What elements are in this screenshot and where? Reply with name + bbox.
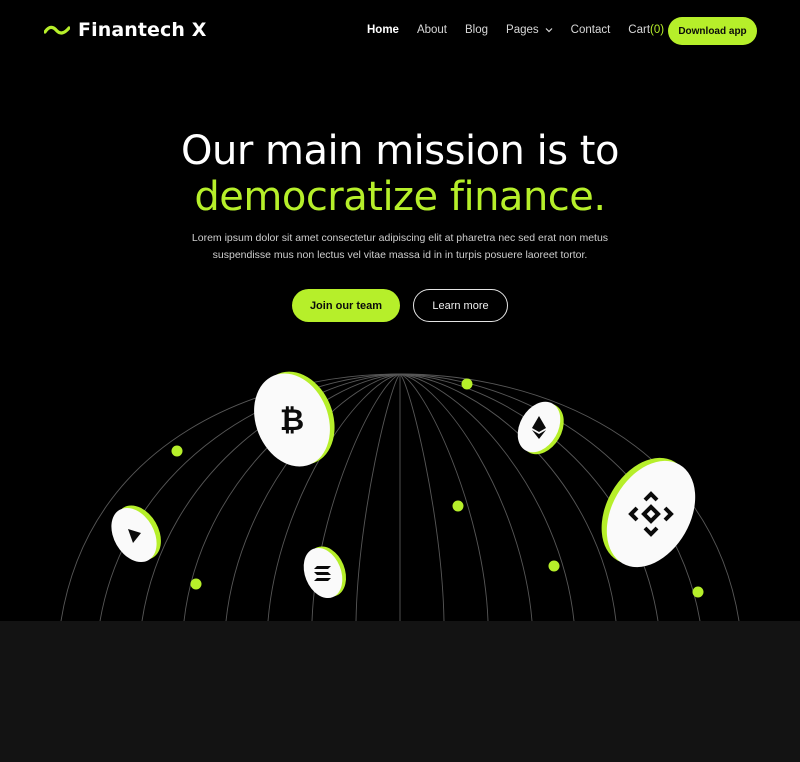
brand-name: Finantech X (78, 19, 207, 41)
hero-title-line1: Our main mission is to (181, 128, 619, 174)
cart-label: Cart (628, 24, 651, 36)
join-team-button[interactable]: Join our team (292, 289, 400, 322)
tron-coin (111, 505, 161, 563)
nav-item-blog[interactable]: Blog (465, 24, 488, 36)
top-navbar: Finantech X Home About Blog Pages Contac… (0, 0, 800, 62)
nav-item-contact[interactable]: Contact (571, 24, 611, 36)
download-app-button[interactable]: Download app (668, 17, 757, 45)
nav-item-home[interactable]: Home (367, 24, 399, 36)
chevron-down-icon (545, 28, 553, 33)
crypto-globe-illustration: ₿ (60, 371, 740, 621)
nav-item-about[interactable]: About (417, 24, 447, 36)
wave-logo-icon (44, 25, 70, 35)
brand-logo[interactable]: Finantech X (44, 19, 207, 41)
main-menu: Home About Blog Pages Contact Cart (0) (367, 24, 664, 36)
nav-item-pages[interactable]: Pages (506, 24, 553, 36)
bitcoin-coin: ₿ (254, 371, 335, 467)
hero-subtitle: Lorem ipsum dolor sit amet consectetur a… (191, 232, 609, 261)
solana-icon (314, 566, 331, 581)
hero-title-line2: democratize finance. (194, 174, 606, 220)
nav-item-pages-label: Pages (506, 24, 539, 36)
hero-title: Our main mission is to democratize finan… (0, 128, 800, 220)
next-section-band (0, 621, 800, 762)
learn-more-button[interactable]: Learn more (413, 289, 508, 322)
svg-text:₿: ₿ (280, 403, 304, 438)
cart-count: (0) (650, 24, 665, 36)
bitcoin-icon: ₿ (280, 403, 304, 438)
nav-item-cart[interactable]: Cart (0) (628, 24, 664, 36)
solana-coin (303, 546, 347, 599)
ethereum-coin (517, 401, 564, 455)
